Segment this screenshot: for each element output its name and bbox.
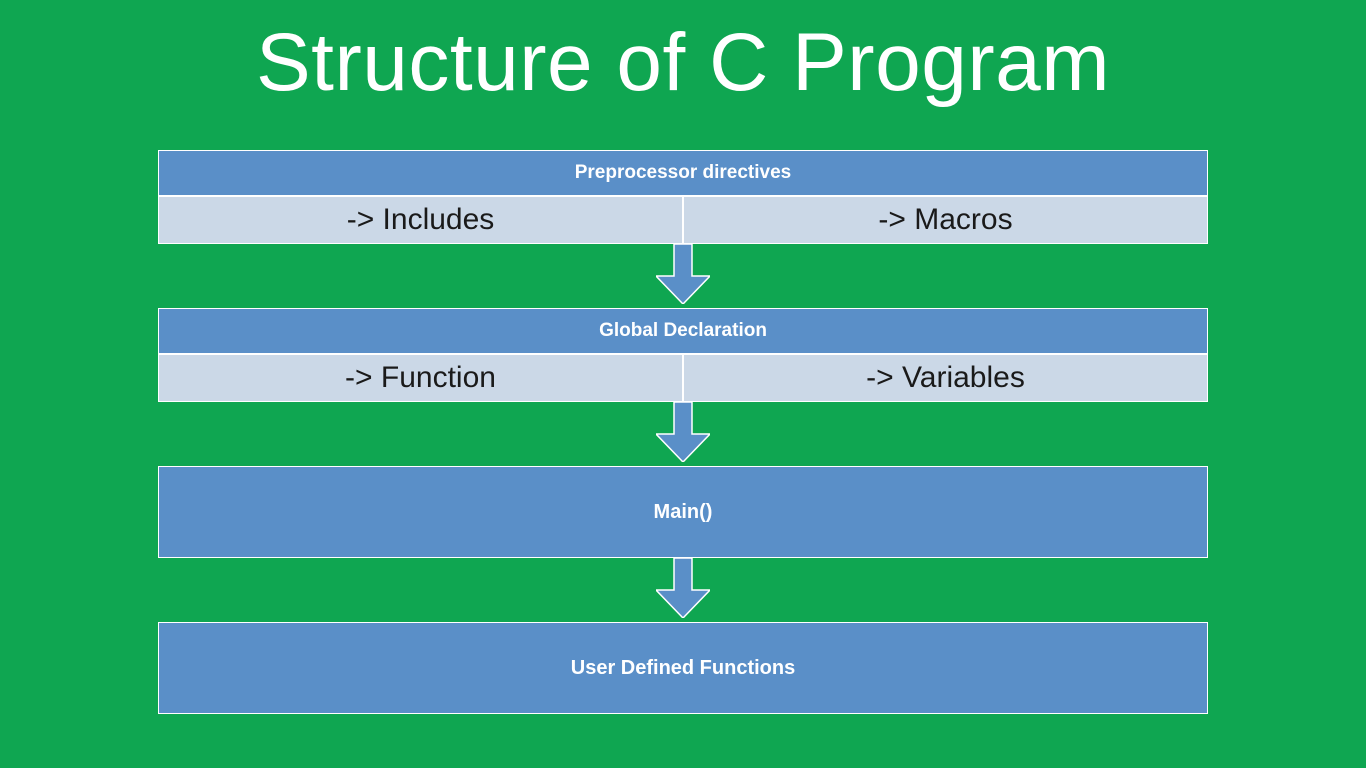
- arrow-down-icon: [656, 244, 710, 304]
- preprocessor-header: Preprocessor directives: [158, 150, 1208, 196]
- global-function: -> Function: [158, 354, 683, 402]
- preprocessor-subrow: -> Includes -> Macros: [158, 196, 1208, 244]
- preprocessor-includes: -> Includes: [158, 196, 683, 244]
- preprocessor-macros: -> Macros: [683, 196, 1208, 244]
- global-variables: -> Variables: [683, 354, 1208, 402]
- block-global: Global Declaration -> Function -> Variab…: [158, 308, 1208, 402]
- udf-label: User Defined Functions: [158, 622, 1208, 714]
- main-label: Main(): [158, 466, 1208, 558]
- arrow-down-icon: [656, 558, 710, 618]
- block-udf: User Defined Functions: [158, 622, 1208, 714]
- global-subrow: -> Function -> Variables: [158, 354, 1208, 402]
- diagram-canvas: Structure of C Program Preprocessor dire…: [0, 0, 1366, 768]
- arrow-down-icon: [656, 402, 710, 462]
- block-preprocessor: Preprocessor directives -> Includes -> M…: [158, 150, 1208, 244]
- global-header: Global Declaration: [158, 308, 1208, 354]
- block-main: Main(): [158, 466, 1208, 558]
- page-title: Structure of C Program: [0, 0, 1366, 110]
